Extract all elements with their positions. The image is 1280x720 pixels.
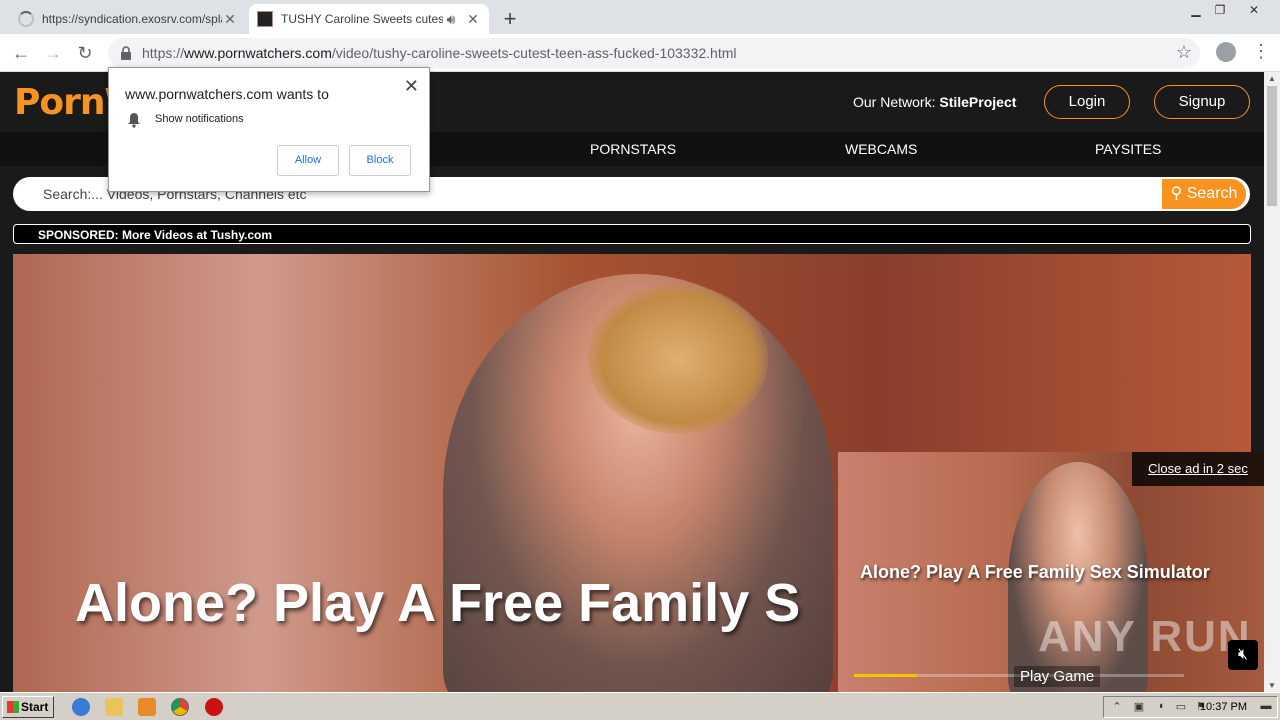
url-host: www.pornwatchers.com — [184, 45, 332, 61]
watermark: ANY RUN — [1038, 612, 1252, 661]
start-label: Start — [21, 700, 49, 714]
tab-active-video[interactable]: TUSHY Caroline Sweets cutest t 🔊︎ ✕ — [249, 4, 489, 34]
network-prefix: Our Network: — [853, 94, 936, 110]
display-icon[interactable]: ▭ — [1174, 700, 1188, 714]
network-icon[interactable]: ▣ — [1132, 700, 1146, 714]
site-favicon-icon — [257, 11, 273, 27]
permission-text: Show notifications — [155, 113, 244, 125]
ie-icon[interactable] — [72, 698, 90, 716]
nav-webcams[interactable]: WEBCAMS — [845, 141, 917, 157]
nav-pornstars[interactable]: PORNSTARS — [590, 141, 676, 157]
media-player-icon[interactable] — [138, 698, 156, 716]
close-window-icon[interactable]: ✕ — [1242, 0, 1266, 20]
signup-button[interactable]: Signup — [1154, 85, 1250, 119]
reload-icon[interactable]: ↻ — [74, 42, 96, 64]
page-scrollbar[interactable]: ▲ ▼ — [1264, 72, 1280, 692]
sponsored-link[interactable]: SPONSORED: More Videos at Tushy.com — [13, 224, 1251, 244]
show-desktop-icon[interactable]: ▬ — [1259, 700, 1273, 714]
opera-icon[interactable] — [205, 698, 223, 716]
minimize-icon[interactable]: ▁ — [1184, 0, 1208, 20]
windows-logo-icon — [7, 701, 19, 713]
block-button[interactable]: Block — [349, 145, 411, 176]
tab-title: TUSHY Caroline Sweets cutest t — [281, 12, 443, 26]
system-tray: ⌃ ▣ ◖ ▭ ⚑ 10:37 PM ▬ — [1103, 696, 1278, 718]
login-button[interactable]: Login — [1044, 85, 1130, 119]
scroll-thumb[interactable] — [1267, 86, 1277, 206]
nav-paysites[interactable]: PAYSITES — [1095, 141, 1161, 157]
loading-spinner-icon — [18, 11, 34, 27]
tab-syndication[interactable]: https://syndication.exosrv.com/spla ✕ — [10, 4, 246, 34]
search-button[interactable]: ⚲ Search — [1162, 179, 1246, 209]
close-tab-icon[interactable]: ✕ — [222, 11, 238, 28]
ad-title: Alone? Play A Free Family Sex Simulator — [860, 562, 1210, 582]
chrome-icon[interactable] — [171, 698, 189, 716]
profile-avatar-icon[interactable] — [1216, 42, 1236, 62]
play-game-button[interactable]: Play Game — [1014, 666, 1101, 687]
popup-ad[interactable]: Close ad in 2 sec Alone? Play A Free Fam… — [838, 452, 1264, 692]
scroll-up-icon[interactable]: ▲ — [1264, 74, 1280, 83]
address-bar[interactable]: https://www.pornwatchers.com/video/tushy… — [108, 38, 1200, 68]
dialog-title: www.pornwatchers.com wants to — [125, 86, 329, 102]
search-button-label: Search — [1186, 185, 1238, 202]
ad-progress-fill — [854, 674, 917, 677]
network-link[interactable]: StileProject — [939, 94, 1016, 110]
new-tab-button[interactable]: + — [498, 6, 522, 32]
notification-permission-dialog: www.pornwatchers.com wants to ✕ Show not… — [108, 67, 430, 192]
video-thumbnail-hair — [588, 284, 768, 434]
start-button[interactable]: Start — [2, 696, 54, 718]
video-ad-headline: Alone? Play A Free Family S — [75, 573, 801, 633]
close-icon[interactable]: ✕ — [404, 76, 419, 97]
forward-icon[interactable]: → — [42, 42, 64, 64]
url-scheme: https:// — [142, 45, 185, 61]
windows-taskbar: Start ⌃ ▣ ◖ ▭ ⚑ 10:37 PM ▬ — [0, 692, 1280, 720]
tab-strip: https://syndication.exosrv.com/spla ✕ TU… — [0, 0, 1280, 34]
lock-icon — [121, 46, 131, 60]
audio-playing-icon[interactable]: 🔊︎ — [443, 11, 459, 28]
volume-icon[interactable]: ◖ — [1154, 700, 1168, 714]
bell-icon — [128, 113, 140, 128]
restore-icon[interactable]: ❐ — [1208, 0, 1232, 20]
mute-icon[interactable]: 🔇︎ — [1228, 640, 1258, 670]
close-ad-button[interactable]: Close ad in 2 sec — [1132, 452, 1264, 486]
url-path: /video/tushy-caroline-sweets-cutest-teen… — [331, 45, 737, 61]
scroll-down-icon[interactable]: ▼ — [1264, 681, 1280, 690]
tray-expand-icon[interactable]: ⌃ — [1110, 700, 1124, 714]
bookmark-star-icon[interactable]: ☆ — [1176, 42, 1192, 63]
network-label: Our Network: StileProject — [853, 94, 1016, 110]
clock: 10:37 PM — [1199, 701, 1247, 713]
allow-button[interactable]: Allow — [277, 145, 339, 176]
search-icon: ⚲ — [1170, 185, 1183, 202]
back-icon[interactable]: ← — [10, 42, 32, 64]
folder-icon[interactable] — [105, 698, 123, 716]
url-text: https://www.pornwatchers.com/video/tushy… — [142, 45, 737, 61]
chrome-menu-icon[interactable]: ⋮ — [1252, 41, 1270, 62]
close-tab-icon[interactable]: ✕ — [465, 11, 481, 28]
tab-title: https://syndication.exosrv.com/spla — [42, 12, 222, 26]
